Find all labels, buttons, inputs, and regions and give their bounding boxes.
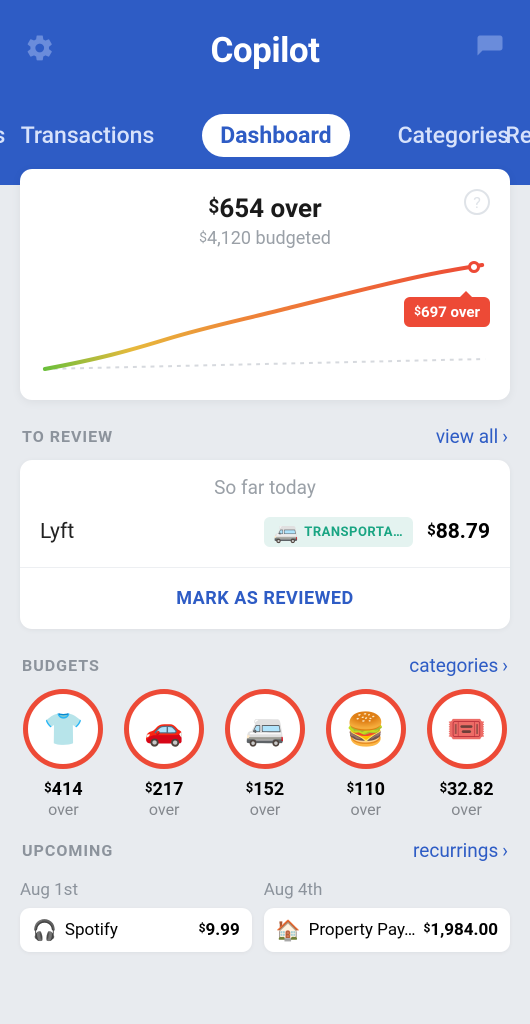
help-icon[interactable]: ? xyxy=(464,189,490,215)
tab-bar: nts Transactions Dashboard Categories Re… xyxy=(0,105,530,165)
budgets-section-header: BUDGETS categories› xyxy=(0,629,530,689)
upcoming-card-spotify[interactable]: 🎧 Spotify $9.99 xyxy=(20,908,252,952)
budget-label: over xyxy=(149,800,180,819)
upcoming-recurrings-link[interactable]: recurrings› xyxy=(413,839,508,862)
review-transaction-row[interactable]: Lyft 🚐 TRANSPORTA… $88.79 xyxy=(20,511,510,568)
upcoming-title: UPCOMING xyxy=(22,841,113,860)
budget-item-entertainment[interactable]: 🎟️ $32.82 over xyxy=(421,689,512,819)
budget-amount: $32.82 xyxy=(440,779,494,800)
car-icon: 🚗 xyxy=(124,689,204,769)
review-title: TO REVIEW xyxy=(22,427,113,446)
budget-item-food[interactable]: 🍔 $110 over xyxy=(320,689,411,819)
app-header: Copilot nts Transactions Dashboard Categ… xyxy=(0,0,530,185)
summary-over: $654 over xyxy=(40,194,490,224)
review-amount: $88.79 xyxy=(427,520,490,544)
review-view-all-link[interactable]: view all› xyxy=(436,425,508,448)
upcoming-date: Aug 4th xyxy=(264,880,510,900)
upcoming-name: Property Pay… xyxy=(309,920,416,940)
budget-item-transport[interactable]: 🚐 $152 over xyxy=(220,689,311,819)
budget-label: over xyxy=(351,800,382,819)
budget-amount: $110 xyxy=(347,779,385,800)
budget-amount: $152 xyxy=(246,779,284,800)
upcoming-col: Aug 4th 🏠 Property Pay… $1,984.00 xyxy=(264,880,510,952)
summary-budgeted-amount: 4,120 xyxy=(207,228,251,249)
budget-amount: $217 xyxy=(145,779,183,800)
ticket-icon: 🎟️ xyxy=(427,689,507,769)
chat-icon[interactable] xyxy=(475,33,505,67)
budget-item-clothing[interactable]: 👕 $414 over xyxy=(18,689,109,819)
app-title: Copilot xyxy=(211,30,320,71)
chart-badge-suffix: over xyxy=(447,303,480,321)
review-today-label: So far today xyxy=(20,460,510,511)
mark-as-reviewed-button[interactable]: MARK AS REVIEWED xyxy=(20,568,510,629)
gear-icon[interactable] xyxy=(25,33,55,67)
tab-right-partial[interactable]: Recu xyxy=(487,114,530,157)
summary-over-amount: 654 xyxy=(219,194,264,224)
budgets-title: BUDGETS xyxy=(22,656,100,675)
tab-transactions[interactable]: Transactions xyxy=(3,114,173,157)
bus-icon: 🚐 xyxy=(274,522,299,542)
budget-label: over xyxy=(48,800,79,819)
review-merchant: Lyft xyxy=(40,520,74,544)
review-card: So far today Lyft 🚐 TRANSPORTA… $88.79 M… xyxy=(20,460,510,629)
summary-budgeted-suffix: budgeted xyxy=(251,228,331,249)
budgets-categories-link[interactable]: categories› xyxy=(409,654,508,677)
upcoming-name: Spotify xyxy=(65,920,118,940)
upcoming-col: Aug 1st 🎧 Spotify $9.99 xyxy=(20,880,252,952)
burger-icon: 🍔 xyxy=(326,689,406,769)
upcoming-card-property[interactable]: 🏠 Property Pay… $1,984.00 xyxy=(264,908,510,952)
chart-endpoint-dot xyxy=(468,261,480,273)
tab-dashboard[interactable]: Dashboard xyxy=(202,114,349,157)
summary-over-suffix: over xyxy=(264,194,322,224)
budget-item-auto[interactable]: 🚗 $217 over xyxy=(119,689,210,819)
summary-chart: $697 over xyxy=(40,259,490,379)
house-icon: 🏠 xyxy=(276,920,301,940)
headphones-icon: 🎧 xyxy=(32,920,57,940)
upcoming-amount: $1,984.00 xyxy=(423,920,498,940)
budget-label: over xyxy=(451,800,482,819)
header-top-bar: Copilot xyxy=(0,25,530,75)
review-section-header: TO REVIEW view all› xyxy=(0,400,530,460)
upcoming-section-header: UPCOMING recurrings› xyxy=(0,819,530,874)
review-category-pill[interactable]: 🚐 TRANSPORTA… xyxy=(264,517,413,547)
upcoming-date: Aug 1st xyxy=(20,880,252,900)
upcoming-row: Aug 1st 🎧 Spotify $9.99 Aug 4th 🏠 Proper… xyxy=(0,880,530,952)
budgets-row: 👕 $414 over 🚗 $217 over 🚐 $152 over 🍔 $1… xyxy=(0,689,530,819)
chart-badge: $697 over xyxy=(404,297,490,327)
chart-badge-amount: 697 xyxy=(421,303,447,321)
summary-card[interactable]: ? $654 over $4,120 budgeted $697 over xyxy=(20,169,510,400)
bus-icon: 🚐 xyxy=(225,689,305,769)
upcoming-amount: $9.99 xyxy=(199,920,240,940)
budget-label: over xyxy=(250,800,281,819)
shirt-icon: 👕 xyxy=(23,689,103,769)
summary-budgeted: $4,120 budgeted xyxy=(40,228,490,249)
review-category-label: TRANSPORTA… xyxy=(304,525,403,540)
budget-amount: $414 xyxy=(44,779,82,800)
